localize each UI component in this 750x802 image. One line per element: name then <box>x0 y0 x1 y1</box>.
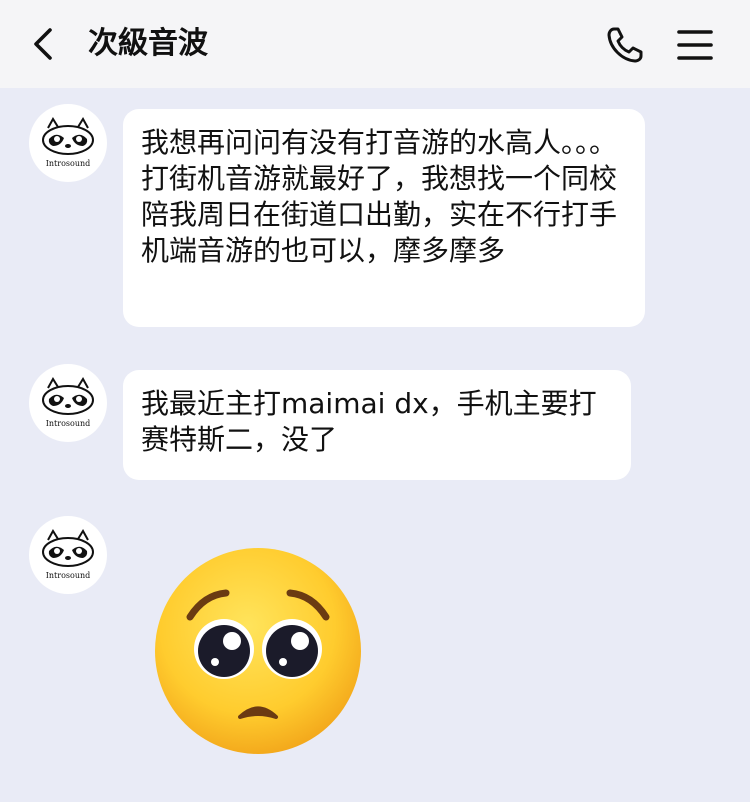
svg-text:Introsound: Introsound <box>46 159 91 168</box>
chat-title: 次級音波 <box>88 26 208 61</box>
pleading-face-emoji-icon <box>155 548 361 754</box>
avatar[interactable]: Introsound <box>29 364 107 442</box>
raccoon-logo-icon: Introsound <box>42 117 94 168</box>
svg-text:Introsound: Introsound <box>46 419 91 428</box>
call-button[interactable] <box>604 24 646 66</box>
raccoon-logo-icon: Introsound <box>42 529 94 580</box>
hamburger-menu-icon <box>677 30 713 60</box>
back-button[interactable] <box>22 22 66 66</box>
phone-icon <box>607 27 643 63</box>
menu-button[interactable] <box>674 24 716 66</box>
message-bubble[interactable]: 我想再问问有没有打音游的水高人。。。打街机音游就最好了，我想找一个同校陪我周日在… <box>123 109 645 327</box>
svg-text:Introsound: Introsound <box>46 571 91 580</box>
avatar[interactable]: Introsound <box>29 516 107 594</box>
raccoon-logo-icon: Introsound <box>42 377 94 428</box>
message-bubble[interactable]: 我最近主打maimai dx，手机主要打赛特斯二，没了 <box>123 370 631 480</box>
avatar[interactable]: Introsound <box>29 104 107 182</box>
pleading-face-sticker[interactable] <box>152 545 364 757</box>
chevron-left-icon <box>34 28 52 60</box>
chat-header: 次級音波 <box>0 0 750 88</box>
